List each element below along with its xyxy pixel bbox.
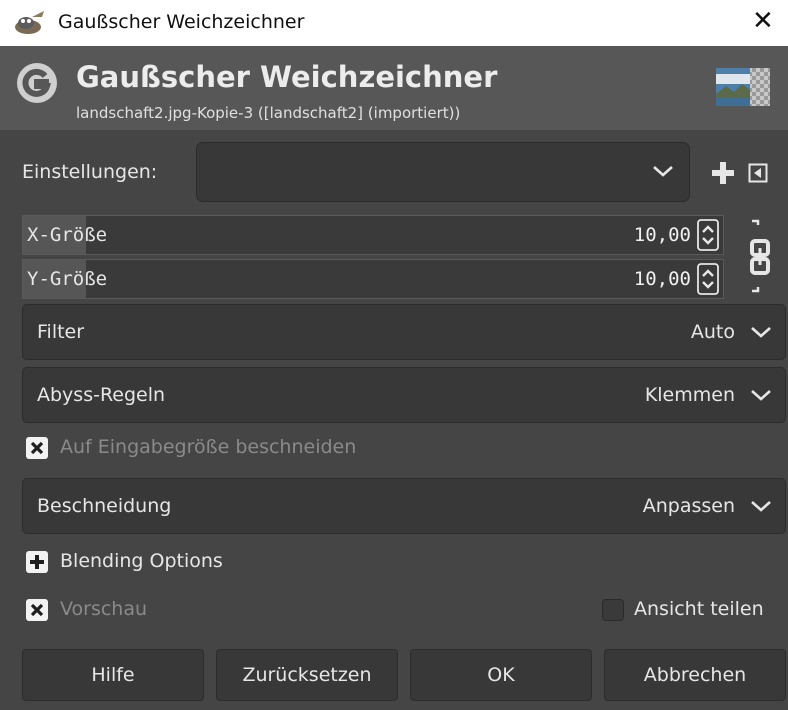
- chevron-down-icon: [653, 166, 673, 177]
- image-thumbnail: [716, 68, 770, 106]
- preset-combobox[interactable]: [196, 142, 690, 202]
- y-size-spinscale[interactable]: Y-Größe 10,00: [22, 259, 724, 299]
- split-view-checkbox[interactable]: [602, 599, 624, 621]
- preview-checkbox[interactable]: [26, 599, 48, 621]
- clipping-label: Beschneidung: [37, 495, 172, 517]
- clipping-dropdown[interactable]: Beschneidung Anpassen: [22, 478, 786, 534]
- add-preset-icon[interactable]: [710, 160, 736, 186]
- chain-link-icon[interactable]: [746, 215, 774, 297]
- window-title: Gaußscher Weichzeichner: [58, 11, 305, 33]
- split-view-label: Ansicht teilen: [634, 598, 764, 620]
- preset-menu-icon[interactable]: [748, 163, 768, 183]
- clip-input-label: Auf Eingabegröße beschneiden: [60, 436, 357, 458]
- settings-label: Einstellungen:: [22, 161, 158, 183]
- reset-button[interactable]: Zurücksetzen: [216, 649, 398, 701]
- abyss-value: Klemmen: [644, 384, 735, 406]
- x-size-value[interactable]: 10,00: [634, 224, 691, 246]
- image-subtitle: landschaft2.jpg-Kopie-3 ([landschaft2] (…: [76, 104, 461, 122]
- clipping-value: Anpassen: [642, 495, 735, 517]
- gegl-logo-icon: [17, 63, 57, 103]
- gimp-app-icon: [15, 11, 44, 34]
- spin-arrows-icon[interactable]: [697, 219, 719, 251]
- checkbox-checked-icon: [30, 441, 44, 455]
- help-button[interactable]: Hilfe: [22, 649, 204, 701]
- spin-arrows-icon[interactable]: [697, 263, 719, 295]
- x-size-spinscale[interactable]: X-Größe 10,00: [22, 215, 724, 255]
- y-size-value[interactable]: 10,00: [634, 268, 691, 290]
- blending-options-label[interactable]: Blending Options: [60, 550, 223, 572]
- expand-plus-icon: [30, 555, 44, 569]
- x-size-label: X-Größe: [27, 224, 108, 246]
- chevron-down-icon: [751, 327, 771, 338]
- abyss-label: Abyss-Regeln: [37, 384, 166, 406]
- y-size-label: Y-Größe: [27, 268, 108, 290]
- dialog-header: Gaußscher Weichzeichner landschaft2.jpg-…: [0, 46, 788, 130]
- blending-options-expander[interactable]: [26, 551, 48, 573]
- chevron-down-icon: [751, 390, 771, 401]
- cancel-button[interactable]: Abbrechen: [604, 649, 786, 701]
- window-titlebar: Gaußscher Weichzeichner ✕: [0, 0, 788, 46]
- abyss-policy-dropdown[interactable]: Abyss-Regeln Klemmen: [22, 367, 786, 423]
- clip-input-checkbox[interactable]: [26, 437, 48, 459]
- chevron-down-icon: [751, 501, 771, 512]
- filter-label: Filter: [37, 321, 85, 343]
- preview-label: Vorschau: [60, 598, 148, 620]
- close-icon[interactable]: ✕: [752, 6, 774, 36]
- filter-dropdown[interactable]: Filter Auto: [22, 304, 786, 360]
- filter-value: Auto: [690, 321, 735, 343]
- dialog-title: Gaußscher Weichzeichner: [76, 60, 498, 94]
- checkbox-checked-icon: [30, 603, 44, 617]
- ok-button[interactable]: OK: [410, 649, 592, 701]
